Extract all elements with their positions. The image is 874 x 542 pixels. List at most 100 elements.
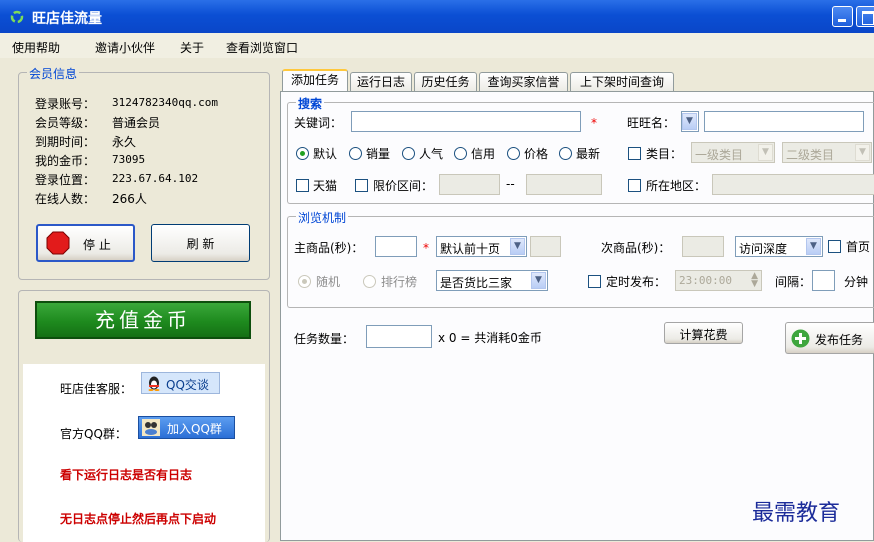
tip-restart: 无日志点停止然后再点下启动 [60, 512, 217, 526]
tab-run-log[interactable]: 运行日志 [350, 72, 412, 91]
task-count-input[interactable] [366, 325, 432, 348]
region-label: 所在地区： [646, 179, 707, 193]
chevron-down-icon: ▼ [682, 113, 697, 130]
secondary-seconds-input[interactable] [682, 236, 724, 257]
wangwang-dropdown[interactable]: ▼ [681, 111, 699, 132]
join-qq-group-label: 加入QQ群 [167, 422, 222, 436]
location-value: 223.67.64.102 [112, 172, 199, 185]
category-level2-select[interactable]: 二级类目 ▼ [782, 142, 872, 163]
member-info-title: 会员信息 [27, 65, 80, 82]
interval-label: 间隔： [775, 275, 812, 289]
main-item-required-star: * [423, 241, 429, 255]
keyword-required-star: * [591, 116, 597, 130]
chevron-down-icon: ▼ [855, 144, 870, 161]
menu-view-browser[interactable]: 查看浏览窗口 [226, 39, 298, 56]
tmall-checkbox[interactable] [296, 179, 309, 192]
recharge-label: 充值金币 [95, 308, 191, 332]
qq-talk-label: QQ交谈 [166, 378, 209, 392]
keyword-input[interactable] [351, 111, 581, 132]
tmall-label: 天猫 [313, 179, 338, 193]
category-checkbox[interactable] [628, 147, 641, 160]
sort-credit-radio[interactable] [454, 147, 467, 160]
refresh-label: 刷 新 [186, 237, 215, 251]
expiry-value: 永久 [112, 135, 137, 149]
coins-label: 我的金币： [35, 154, 96, 168]
random-radio[interactable] [298, 275, 311, 288]
main-extra-input[interactable] [530, 236, 561, 257]
menu-about[interactable]: 关于 [180, 39, 204, 56]
rank-radio[interactable] [363, 275, 376, 288]
sort-sales-radio[interactable] [349, 147, 362, 160]
category-label: 类目： [646, 147, 683, 161]
stop-label: 停 止 [83, 238, 111, 252]
maximize-button[interactable] [856, 6, 874, 27]
recharge-button[interactable]: 充值金币 [35, 301, 251, 339]
browse-group: 浏览机制 主商品(秒)： * 默认前十页 ▼ 次商品(秒)： 访问深度 ▼ 首页… [287, 209, 874, 308]
add-icon [791, 329, 810, 348]
tab-history[interactable]: 历史任务 [414, 72, 477, 91]
online-value: 266人 [112, 192, 147, 206]
main-item-label: 主商品(秒)： [294, 241, 364, 255]
join-qq-group-button[interactable]: 加入QQ群 [138, 416, 235, 439]
wangwang-label: 旺旺名： [627, 116, 676, 130]
sort-price-radio[interactable] [507, 147, 520, 160]
sort-newest-radio[interactable] [559, 147, 572, 160]
homepage-checkbox[interactable] [828, 240, 841, 253]
menu-help[interactable]: 使用帮助 [12, 39, 60, 56]
tip-check-log: 看下运行日志是否有日志 [60, 468, 193, 482]
tab-add-task[interactable]: 添加任务 [282, 69, 348, 92]
chevron-down-icon: ▼ [806, 238, 821, 255]
task-count-label: 任务数量： [294, 332, 355, 346]
minimize-icon [838, 19, 846, 22]
calculate-cost-button[interactable]: 计算花费 [664, 322, 743, 344]
title-bar: 旺店佳流量 [0, 0, 874, 33]
add-task-panel: 搜索 关键词： * 旺旺名： ▼ 默认 销量 人气 信用 价格 最新 类目： 一… [280, 91, 874, 541]
chevron-down-icon: ▼ [510, 238, 525, 255]
menu-invite[interactable]: 邀请小伙伴 [95, 39, 155, 56]
refresh-button[interactable]: 刷 新 [151, 224, 250, 262]
price-range-checkbox[interactable] [355, 179, 368, 192]
account-value: 3124782340qq.com [112, 96, 218, 109]
region-checkbox[interactable] [628, 179, 641, 192]
visit-depth-select[interactable]: 访问深度 ▼ [735, 236, 823, 257]
tab-buyer-credit[interactable]: 查询买家信誉 [479, 72, 568, 91]
search-group: 搜索 关键词： * 旺旺名： ▼ 默认 销量 人气 信用 价格 最新 类目： 一… [287, 95, 874, 204]
qq-talk-button[interactable]: QQ交谈 [141, 372, 220, 394]
price-range-label: 限价区间： [373, 179, 434, 193]
service-label: 旺店佳客服： [60, 382, 133, 396]
publish-task-button[interactable]: 发布任务 [785, 322, 874, 354]
minute-label: 分钟 [844, 275, 869, 289]
tab-shelf-time[interactable]: 上下架时间查询 [570, 72, 674, 91]
category-level1-select[interactable]: 一级类目 ▼ [691, 142, 775, 163]
interval-input[interactable] [812, 270, 835, 291]
wangwang-input[interactable] [704, 111, 864, 132]
sort-price-label: 价格 [524, 147, 549, 161]
account-label: 登录账号： [35, 97, 96, 111]
homepage-label: 首页 [846, 240, 871, 254]
spinner-icon[interactable]: ▲ ▼ [751, 272, 758, 289]
chevron-down-icon: ▼ [531, 272, 546, 289]
sort-default-radio[interactable] [296, 147, 309, 160]
region-input[interactable] [712, 174, 874, 195]
minimize-button[interactable] [832, 6, 853, 27]
compare-select[interactable]: 是否货比三家 ▼ [436, 270, 548, 291]
expiry-label: 到期时间： [35, 135, 96, 149]
main-item-seconds-input[interactable] [375, 236, 417, 257]
stop-button[interactable]: 停 止 [36, 224, 135, 262]
price-max-input[interactable] [526, 174, 602, 195]
sort-popularity-radio[interactable] [402, 147, 415, 160]
browse-title: 浏览机制 [296, 209, 349, 226]
timed-publish-checkbox[interactable] [588, 275, 601, 288]
main-pages-select[interactable]: 默认前十页 ▼ [436, 236, 527, 257]
online-label: 在线人数： [35, 192, 96, 206]
app-logo-icon [10, 10, 24, 24]
random-label: 随机 [316, 275, 341, 289]
price-separator: -- [506, 177, 515, 191]
stop-sign-icon [46, 231, 70, 255]
maximize-icon [862, 11, 874, 25]
timed-publish-input[interactable]: 23:00:00 ▲ ▼ [675, 270, 762, 291]
cost-text: x 0 = 共消耗0金币 [438, 331, 542, 345]
menu-bar: 使用帮助 邀请小伙伴 关于 查看浏览窗口 [0, 33, 874, 58]
price-min-input[interactable] [439, 174, 500, 195]
sort-credit-label: 信用 [471, 147, 496, 161]
